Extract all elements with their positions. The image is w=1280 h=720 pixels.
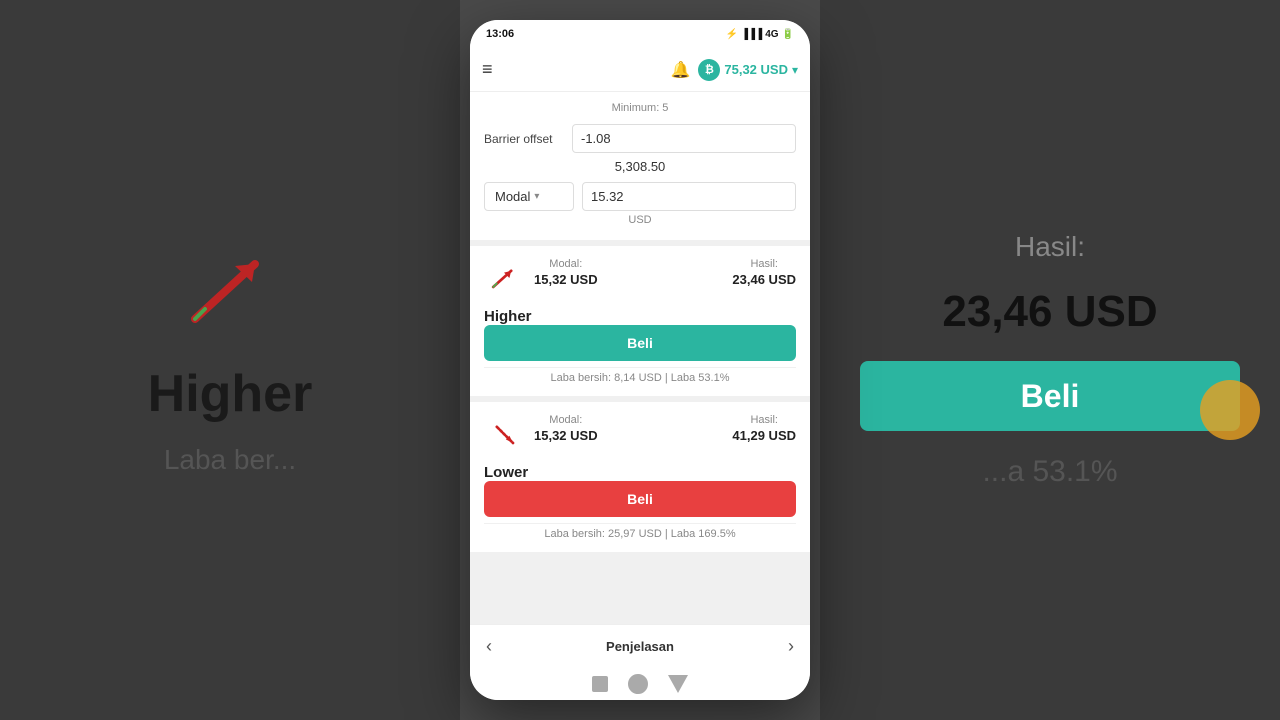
penjelasan-label: Penjelasan <box>606 639 674 654</box>
lower-modal-col: Modal: 15,32 USD <box>534 414 598 443</box>
lower-beli-button[interactable]: Beli <box>484 481 796 517</box>
lower-hasil-label: Hasil: <box>750 414 778 426</box>
home-square-icon[interactable] <box>592 676 608 692</box>
lower-stats: Modal: 15,32 USD Hasil: 41,29 USD <box>534 414 796 443</box>
higher-beli-button[interactable]: Beli <box>484 325 796 361</box>
higher-arrow-icon <box>484 258 524 298</box>
currency-usd-label: USD <box>484 214 796 226</box>
currency-icon: ₿ <box>698 59 720 81</box>
bg-hasil-label: Hasil: <box>1015 231 1085 263</box>
higher-trade-top: Modal: 15,32 USD Hasil: 23,46 USD <box>484 258 796 298</box>
bell-icon[interactable]: 🔔 <box>670 60 690 80</box>
lower-trade-info: Modal: 15,32 USD Hasil: 41,29 USD <box>534 414 796 443</box>
higher-modal-label: Modal: <box>549 258 582 270</box>
higher-hasil-label: Hasil: <box>750 258 778 270</box>
signal-icon: ▐▐▐ <box>741 29 762 40</box>
scroll-content: Minimum: 5 Barrier offset 5,308.50 Modal… <box>470 92 810 624</box>
currency-symbol: ₿ <box>705 64 714 76</box>
lower-trade-name: Lower <box>484 464 796 481</box>
bluetooth-icon: ⚡ <box>725 29 737 40</box>
bg-laba-label: Laba ber... <box>164 444 296 476</box>
higher-stats: Modal: 15,32 USD Hasil: 23,46 USD <box>534 258 796 287</box>
lower-arrow-icon <box>484 414 524 454</box>
barrier-price: 5,308.50 <box>484 159 796 174</box>
lower-laba-bersih: Laba bersih: 25,97 USD | Laba 169.5% <box>484 523 796 544</box>
currency-badge[interactable]: ₿ 75,32 USD ▾ <box>698 59 798 81</box>
bg-orange-circle <box>1200 380 1260 440</box>
modal-value-input[interactable] <box>582 182 796 211</box>
higher-modal-col: Modal: 15,32 USD <box>534 258 598 287</box>
battery-icon: 🔋 <box>782 29 794 40</box>
status-bar: 13:06 ⚡ ▐▐▐ 4G 🔋 <box>470 20 810 48</box>
barrier-offset-row: Barrier offset <box>484 124 796 153</box>
status-icons: ⚡ ▐▐▐ 4G 🔋 <box>725 29 794 40</box>
barrier-offset-input[interactable] <box>572 124 796 153</box>
phone-container: 13:06 ⚡ ▐▐▐ 4G 🔋 ≡ 🔔 ₿ 75,32 USD ▾ Minim… <box>470 20 810 700</box>
barrier-offset-label: Barrier offset <box>484 132 564 146</box>
background-right: Hasil: 23,46 USD Beli ...a 53.1% <box>820 0 1280 720</box>
higher-hasil-value: 23,46 USD <box>732 272 796 287</box>
chevron-down-icon: ▾ <box>792 63 798 77</box>
lower-modal-label: Modal: <box>549 414 582 426</box>
lower-hasil-value: 41,29 USD <box>732 428 796 443</box>
higher-trade-name: Higher <box>484 308 796 325</box>
modal-row: Modal ▾ <box>484 182 796 211</box>
form-card: Minimum: 5 Barrier offset 5,308.50 Modal… <box>470 92 810 240</box>
bg-arrow-icon <box>180 244 280 344</box>
select-chevron-icon: ▾ <box>534 191 539 202</box>
status-time: 13:06 <box>486 28 514 40</box>
higher-modal-value: 15,32 USD <box>534 272 598 287</box>
bg-laba53-label: ...a 53.1% <box>982 455 1117 489</box>
minimum-label: Minimum: 5 <box>484 102 796 114</box>
higher-laba-bersih: Laba bersih: 8,14 USD | Laba 53.1% <box>484 367 796 388</box>
home-indicator <box>470 668 810 700</box>
lower-modal-value: 15,32 USD <box>534 428 598 443</box>
nav-center: 🔔 ₿ 75,32 USD ▾ <box>670 59 798 81</box>
prev-page-button[interactable]: ‹ <box>486 636 492 657</box>
higher-trade-info: Modal: 15,32 USD Hasil: 23,46 USD <box>534 258 796 287</box>
modal-label: Modal <box>495 189 530 204</box>
home-circle-icon[interactable] <box>628 674 648 694</box>
higher-hasil-col: Hasil: 23,46 USD <box>732 258 796 287</box>
bg-higher-label: Higher <box>148 364 313 424</box>
lower-trade-top: Modal: 15,32 USD Hasil: 41,29 USD <box>484 414 796 454</box>
bg-usd-value: 23,46 USD <box>942 287 1157 337</box>
bottom-nav: ‹ Penjelasan › <box>470 624 810 668</box>
lower-trade-card: Modal: 15,32 USD Hasil: 41,29 USD Lower … <box>470 402 810 552</box>
background-left: Higher Laba ber... <box>0 0 460 720</box>
home-back-icon[interactable] <box>668 675 688 693</box>
lower-hasil-col: Hasil: 41,29 USD <box>732 414 796 443</box>
bg-beli-button: Beli <box>860 361 1240 431</box>
modal-select[interactable]: Modal ▾ <box>484 182 574 211</box>
currency-label: 75,32 USD <box>724 62 788 77</box>
menu-icon[interactable]: ≡ <box>482 59 493 80</box>
next-page-button[interactable]: › <box>788 636 794 657</box>
top-nav: ≡ 🔔 ₿ 75,32 USD ▾ <box>470 48 810 92</box>
higher-trade-card: Modal: 15,32 USD Hasil: 23,46 USD Higher… <box>470 246 810 396</box>
network-label: 4G <box>765 29 778 40</box>
